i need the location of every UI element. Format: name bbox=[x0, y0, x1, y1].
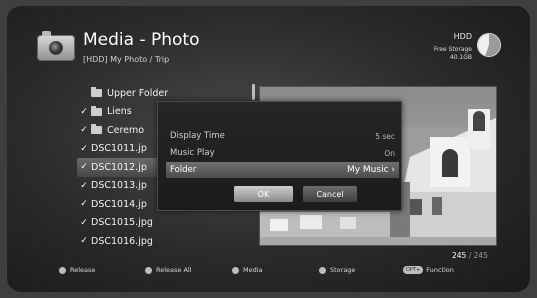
option-label: Music Play bbox=[170, 148, 215, 158]
list-item-upper-folder[interactable]: Upper Folder bbox=[77, 84, 257, 103]
check-mark-icon: ✓ bbox=[80, 236, 88, 247]
folder-icon bbox=[91, 124, 102, 135]
photo-counter-separator: / bbox=[466, 251, 474, 260]
option-label: Folder bbox=[170, 165, 197, 175]
folder-icon bbox=[91, 105, 102, 116]
photo-counter-total: 245 bbox=[473, 251, 488, 260]
folder-up-icon bbox=[91, 87, 102, 98]
list-item-file[interactable]: ✓ DSC1015.jpg bbox=[77, 214, 257, 233]
list-item-label: DSC1013.jp bbox=[91, 180, 147, 192]
slideshow-options-dialog: Display Time 5 sec Music Play On Folder … bbox=[157, 101, 402, 211]
camera-icon bbox=[37, 31, 75, 61]
list-item-label: DSC1012.jp bbox=[91, 161, 147, 173]
dot-button-icon bbox=[59, 266, 66, 274]
list-item-label: DSC1011.jp bbox=[91, 143, 147, 155]
storage-pie-icon bbox=[478, 34, 500, 56]
check-mark-icon: ✓ bbox=[80, 199, 88, 210]
option-value-group: My Music › bbox=[347, 165, 395, 175]
storage-device-label: HDD bbox=[453, 32, 472, 41]
breadcrumb: [HDD] My Photo / Trip bbox=[83, 55, 170, 64]
free-storage-label: Free Storage bbox=[433, 46, 472, 53]
hint-label: Storage bbox=[330, 266, 356, 274]
list-item-label: Upper Folder bbox=[107, 87, 169, 99]
option-music-play[interactable]: Music Play On bbox=[166, 145, 399, 161]
hint-label: Media bbox=[243, 266, 263, 274]
screen: Media - Photo [HDD] My Photo / Trip HDD … bbox=[7, 6, 530, 292]
list-item-label: DSC1014.jp bbox=[91, 198, 147, 210]
free-storage-value: 40.1GB bbox=[449, 54, 472, 61]
list-item-label: DSC1015.jpg bbox=[91, 217, 153, 229]
check-mark-icon: ✓ bbox=[80, 162, 88, 173]
option-value: On bbox=[384, 148, 395, 158]
option-value: My Music bbox=[346, 165, 389, 175]
option-display-time[interactable]: Display Time 5 sec bbox=[166, 128, 399, 144]
list-scrollbar[interactable] bbox=[252, 84, 255, 100]
hint-label: Release bbox=[70, 266, 96, 274]
option-value: 5 sec bbox=[375, 131, 395, 141]
hint-label: Function bbox=[426, 266, 454, 274]
list-item-label: Liens bbox=[107, 106, 132, 118]
option-folder[interactable]: Folder My Music › bbox=[166, 162, 399, 178]
hint-media[interactable]: Media bbox=[232, 266, 263, 274]
hint-release-all[interactable]: Release All bbox=[145, 266, 192, 274]
page-title: Media - Photo bbox=[83, 30, 200, 50]
dot-button-icon bbox=[319, 266, 326, 274]
hint-label: Release All bbox=[156, 266, 192, 274]
list-item-file[interactable]: ✓ DSC1016.jpg bbox=[77, 232, 257, 251]
list-item-label: Ceremo bbox=[107, 124, 145, 136]
footer-hints: Release Release All Media Storage OPT+ F… bbox=[7, 266, 530, 280]
check-mark-icon: ✓ bbox=[80, 125, 88, 136]
chevron-right-icon: › bbox=[391, 165, 395, 175]
dot-button-icon bbox=[232, 266, 239, 274]
option-label: Display Time bbox=[170, 131, 225, 141]
cancel-button[interactable]: Cancel bbox=[303, 186, 357, 202]
list-item-label: DSC1016.jpg bbox=[91, 235, 153, 247]
photo-counter: 245 / 245 bbox=[452, 251, 488, 260]
check-mark-icon: ✓ bbox=[80, 217, 88, 228]
hint-storage[interactable]: Storage bbox=[319, 266, 355, 274]
dot-button-icon bbox=[145, 266, 152, 274]
check-mark-icon: ✓ bbox=[80, 106, 88, 117]
check-mark-icon: ✓ bbox=[80, 180, 88, 191]
photo-counter-current: 245 bbox=[452, 251, 467, 260]
hint-release[interactable]: Release bbox=[59, 266, 95, 274]
hint-function[interactable]: OPT+ Function bbox=[403, 266, 454, 274]
ok-button[interactable]: OK bbox=[234, 186, 293, 202]
opt-button-icon: OPT+ bbox=[403, 266, 424, 274]
check-mark-icon: ✓ bbox=[80, 143, 88, 154]
